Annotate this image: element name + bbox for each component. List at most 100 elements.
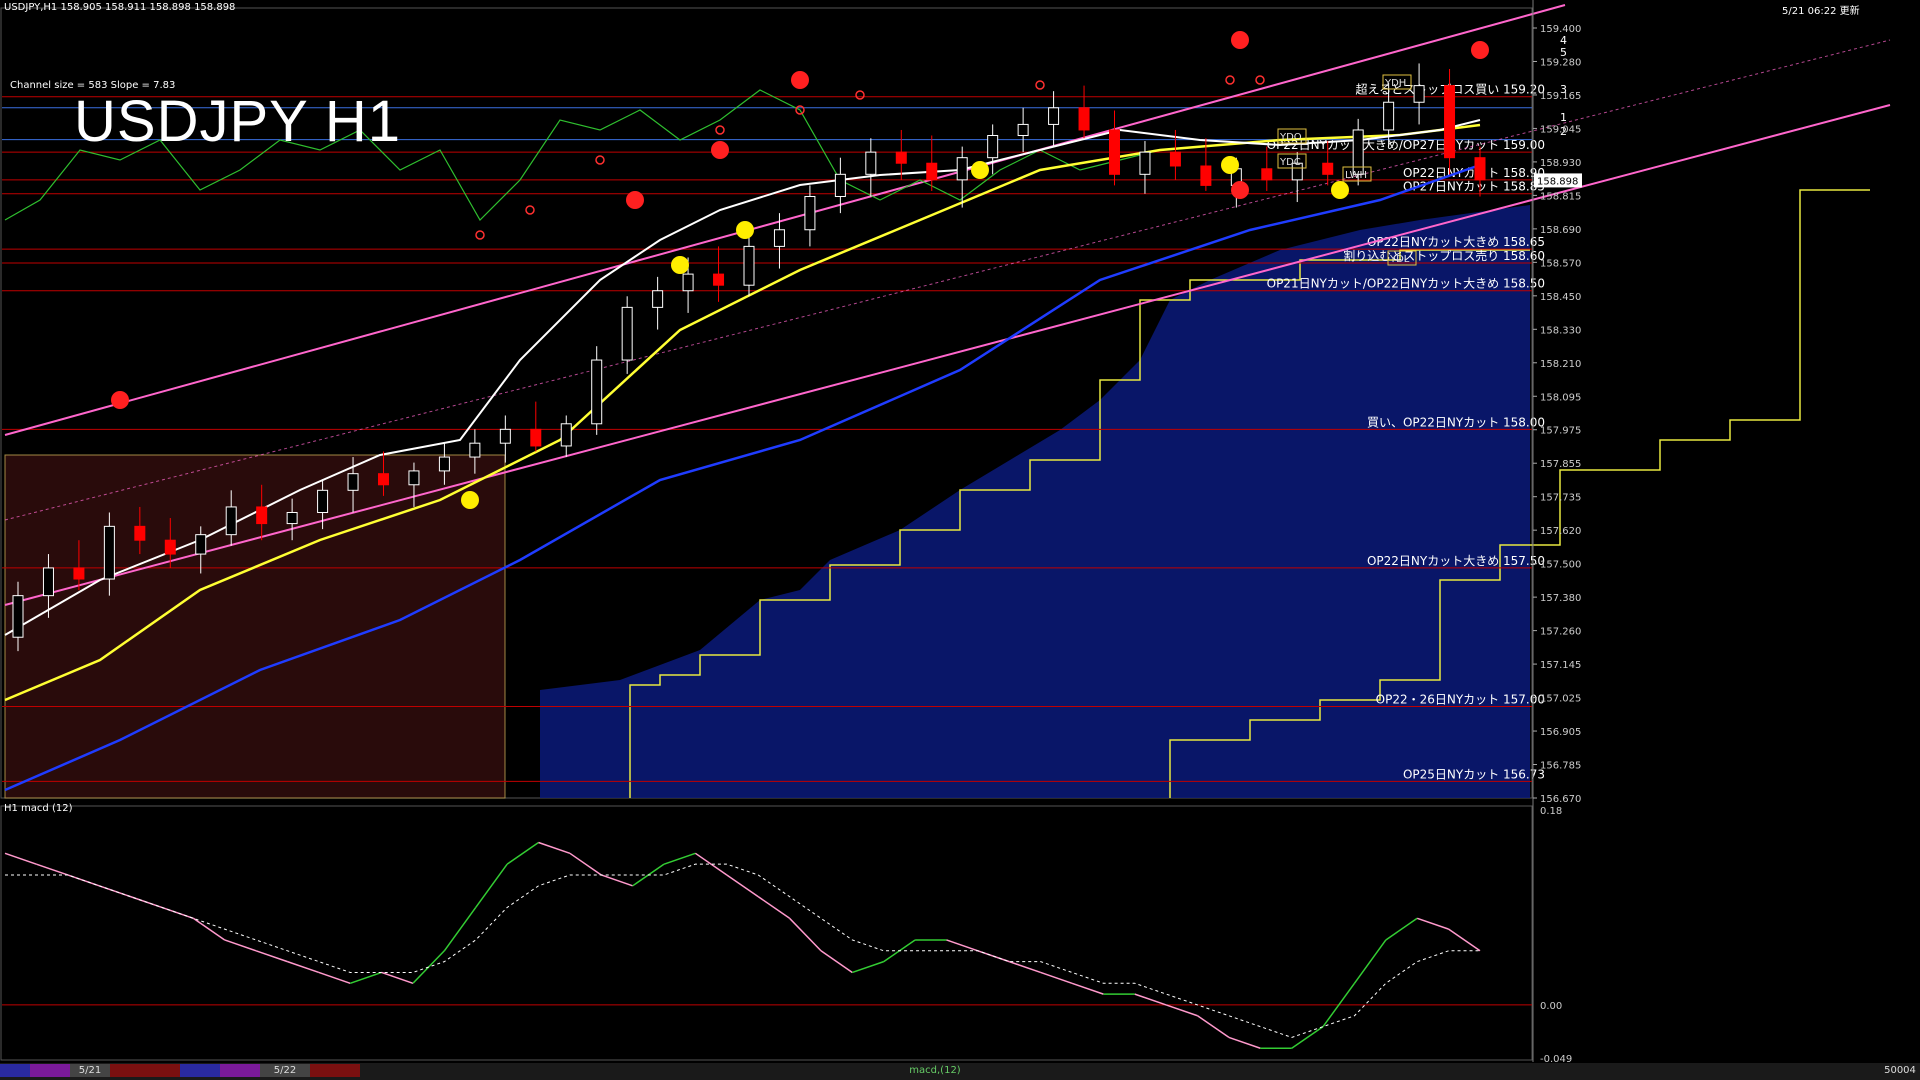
macd-segment [98, 885, 131, 898]
candle-body [682, 273, 694, 292]
candle-body [956, 157, 968, 181]
candle-body [1413, 85, 1425, 103]
candle-body [347, 473, 359, 491]
macd-signal-line [5, 863, 1480, 1038]
candle-body [591, 359, 603, 425]
candle-body [1322, 162, 1334, 175]
price-tick-label: 156.785 [1540, 761, 1581, 772]
tab-block[interactable] [180, 1064, 220, 1077]
price-tick-label: 158.570 [1540, 258, 1581, 269]
chart-canvas[interactable]: 超えるとストップロス買い 159.20OP22日NYカット大きめ/OP27日NY… [0, 0, 1920, 1080]
price-tick-label: 157.620 [1540, 526, 1581, 537]
candle-body [134, 525, 146, 541]
signal-marker [715, 125, 725, 135]
tag-label: YDL [1389, 254, 1410, 265]
candle-body [286, 511, 298, 525]
candle-body [73, 567, 85, 580]
price-tick-label: 159.280 [1540, 57, 1581, 68]
price-tick-label: 159.045 [1540, 124, 1581, 135]
candle-body [225, 506, 237, 536]
level-label: OP25日NYカット 156.73 [1403, 767, 1545, 781]
macd-segment [224, 939, 257, 952]
signal-marker [1255, 75, 1265, 85]
candle-body [865, 151, 877, 175]
signal-badge [1471, 41, 1489, 59]
macd-segment [1353, 939, 1387, 984]
macd-segment [663, 852, 696, 865]
signal-badge [711, 141, 729, 159]
level-label: OP27日NYカット 158.85 [1403, 180, 1545, 194]
macd-segment [287, 960, 320, 974]
price-tick-label: 158.095 [1540, 392, 1581, 403]
candle-body [530, 428, 542, 447]
signal-badge-yellow [461, 491, 479, 509]
macd-segment [381, 971, 414, 984]
signal-marker [595, 155, 605, 165]
candle-body [1017, 123, 1029, 137]
candle-body [317, 489, 329, 513]
tab-macd[interactable]: macd,(12) [900, 1064, 970, 1077]
price-tick-label: 157.260 [1540, 627, 1581, 638]
candle-body [1139, 151, 1151, 175]
tab-date-1[interactable]: 5/21 [70, 1064, 110, 1077]
price-tick-label: 158.330 [1540, 325, 1581, 336]
candle-body [378, 473, 389, 486]
price-tick-label: 159.400 [1540, 24, 1581, 35]
signal-badge-yellow [971, 161, 989, 179]
macd-segment [506, 841, 539, 865]
tab-date-2[interactable]: 5/22 [260, 1064, 310, 1077]
tab-block[interactable] [220, 1064, 260, 1077]
level-label: OP22日NYカット大きめ 157.50 [1367, 554, 1545, 568]
signal-marker [475, 230, 485, 240]
tab-block[interactable] [310, 1064, 360, 1077]
macd-segment [192, 917, 226, 941]
signal-marker [855, 90, 865, 100]
candle-body [1474, 157, 1486, 181]
signal-badge [1231, 181, 1249, 199]
signal-badge [111, 391, 129, 409]
candle-body [987, 135, 999, 159]
candle-body [499, 428, 511, 444]
macd-segment [538, 841, 571, 855]
wave-label: 1 [1560, 111, 1567, 124]
signal-badge [626, 191, 644, 209]
macd-segment [946, 939, 979, 952]
macd-segment [318, 971, 351, 984]
macd-segment [161, 906, 194, 920]
price-tick-label: 157.025 [1540, 694, 1581, 705]
tag-label: YDC [1279, 157, 1301, 168]
macd-segment [1228, 1036, 1261, 1049]
current-price-label: 158.898 [1537, 176, 1578, 187]
macd-segment [475, 863, 508, 908]
price-tick-label: 157.380 [1540, 593, 1581, 604]
candle-body [103, 525, 115, 580]
candle-body [1048, 107, 1060, 125]
tab-block[interactable] [30, 1064, 70, 1077]
tab-block[interactable] [110, 1064, 180, 1077]
macd-segment [789, 917, 822, 952]
candle-body [164, 539, 176, 555]
price-tick-label: 157.500 [1540, 560, 1581, 571]
candle-body [1261, 168, 1273, 181]
tab-volume: 50004 [1884, 1065, 1916, 1076]
macd-segment [1448, 928, 1481, 952]
macd-segment [1009, 960, 1041, 974]
level-label: 買い、OP22日NYカット 158.00 [1367, 415, 1545, 429]
tab-block[interactable] [0, 1064, 30, 1077]
price-tick-label: 158.815 [1540, 191, 1581, 202]
tag-label: YDO [1279, 132, 1302, 143]
tag-label: YDH [1384, 78, 1406, 89]
candle-body [408, 470, 420, 486]
level-label: 割り込むとストップロス売り 158.60 [1343, 248, 1545, 263]
price-tick-label: 157.855 [1540, 459, 1581, 470]
macd-segment [443, 907, 477, 952]
candle-body [1444, 85, 1456, 159]
candle-body [652, 290, 664, 308]
price-tick-label: 158.930 [1540, 158, 1581, 169]
macd-segment [255, 950, 288, 963]
tag-label: LWH [1345, 170, 1367, 181]
candle-body [713, 273, 725, 286]
candle-body [1352, 129, 1364, 175]
symbol-info: USDJPY,H1 158.905 158.911 158.898 158.89… [4, 2, 236, 13]
macd-segment [4, 852, 37, 865]
